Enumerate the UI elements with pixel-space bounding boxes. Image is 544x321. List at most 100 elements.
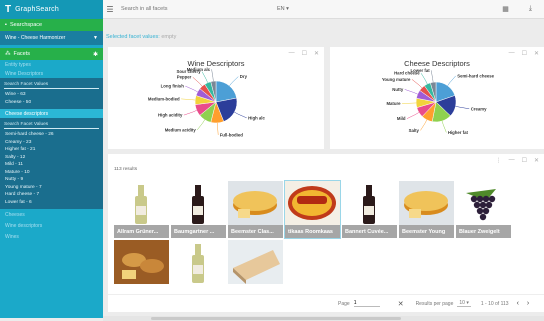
- pie-label-line: [455, 106, 470, 110]
- result-card[interactable]: Beemster Clas...: [228, 181, 283, 238]
- top-bar: ☰ EN ▾ ▦ ⤓: [103, 0, 544, 19]
- result-card-label: Blauer Zweigelt: [456, 225, 511, 238]
- facet-value[interactable]: Mature - 10: [5, 169, 98, 177]
- results-grid: Allram Grüner... Baumgartner ... Beemster …: [114, 181, 511, 297]
- pie-slice-label: Higher fat: [448, 130, 469, 135]
- searchspace-value: Wine - Cheese Harmonizer: [5, 35, 66, 41]
- pie-slice-label: High acidity: [158, 113, 183, 118]
- pie-label-line: [402, 102, 417, 104]
- facet-value[interactable]: Semi-hard cheese - 26: [5, 131, 98, 139]
- pie-slice-label: Full-bodied: [220, 132, 244, 137]
- pie-slice-label: Mild: [397, 116, 406, 121]
- pie-slice-label: Creamy: [471, 106, 487, 111]
- result-card[interactable]: [171, 240, 226, 297]
- result-card[interactable]: Blauer Zweigelt: [456, 181, 511, 238]
- page-label: Page: [338, 300, 350, 307]
- logo-icon: Τ: [5, 3, 12, 15]
- facet-search-placeholder: Search Facet Values: [4, 121, 49, 127]
- results-per-page-label: Results per page: [415, 300, 454, 307]
- next-page-button[interactable]: ›: [527, 300, 529, 307]
- more-icon[interactable]: ⋮: [496, 157, 502, 164]
- pie-label-line: [211, 69, 214, 82]
- pie-label-line: [411, 79, 423, 89]
- facet-entity-types[interactable]: Entity types: [0, 60, 103, 69]
- close-icon[interactable]: ✕: [534, 157, 539, 164]
- facet-wines[interactable]: Wines: [0, 231, 103, 242]
- pie-label-line: [183, 110, 197, 116]
- result-card[interactable]: Baumgartner ...: [171, 181, 226, 238]
- facet-value[interactable]: Mild - 11: [5, 161, 98, 169]
- facet-search-input[interactable]: Search Facet Values: [4, 120, 99, 129]
- pie-slice-label: Pepper: [177, 75, 192, 80]
- facet-value-list: Wine - 63 Cheese - 50: [0, 90, 103, 109]
- facet-value[interactable]: Higher fat - 21: [5, 146, 98, 154]
- download-icon[interactable]: ⤓: [529, 5, 532, 13]
- facet-value[interactable]: Hard cheese - 7: [5, 191, 98, 199]
- bread-cheese-image: [114, 240, 169, 284]
- language-select[interactable]: EN ▾: [277, 6, 289, 12]
- result-card-label: tikaas Roomkaas: [285, 225, 340, 238]
- searchspace-header: ▪ Searchspace: [0, 19, 103, 31]
- result-card[interactable]: Beemster Young: [399, 181, 454, 238]
- prev-page-button[interactable]: ‹: [517, 300, 519, 307]
- facet-wine-descriptors-2[interactable]: Wine descriptors: [0, 220, 103, 231]
- facets-header: ⁂ Facets ✱: [0, 48, 103, 60]
- facet-cheeses[interactable]: Cheeses: [0, 209, 103, 220]
- chart-panel-cheese: — ☐ ✕ Cheese Descriptors Semi-hard chees…: [330, 47, 544, 149]
- result-card[interactable]: tikaas Roomkaas: [285, 181, 340, 238]
- maximize-icon[interactable]: ☐: [522, 157, 527, 164]
- facet-area: Entity types Wine Descriptors Search Fac…: [0, 60, 103, 209]
- page-input[interactable]: [353, 300, 380, 307]
- pie-label-line: [404, 89, 418, 95]
- pie-chart-cheese: Semi-hard cheese Creamy Higher fat Salty Mil…: [382, 68, 495, 135]
- searchspace-select[interactable]: Wine - Cheese Harmonizer ▼: [0, 31, 103, 45]
- facet-search-input[interactable]: Search Facet Values: [4, 80, 99, 89]
- facet-title-label: Cheese descriptors: [5, 110, 49, 117]
- sidebar: Τ GraphSearch ▪ Searchspace Wine - Chees…: [0, 0, 103, 318]
- facet-value[interactable]: Salty - 12: [5, 154, 98, 162]
- pagination: Page ✕ Results per page 10 ▾ 1 - 10 of 1…: [108, 294, 544, 312]
- result-card-label: Allram Grüner...: [114, 225, 169, 238]
- searchspace-label: Searchspace: [9, 22, 43, 28]
- pie-slice-label: Semi-hard cheese: [457, 73, 494, 78]
- cheese-slice-image: [228, 240, 283, 284]
- result-card[interactable]: Bannert Cuvée...: [342, 181, 397, 238]
- app-name: GraphSearch: [15, 6, 59, 13]
- facet-cheese-descriptors[interactable]: Cheese descriptors: [0, 109, 103, 118]
- pie-label-line: [192, 77, 203, 87]
- pie-slice-label: Lower fat: [411, 68, 431, 73]
- grid-view-icon[interactable]: ▦: [502, 5, 509, 13]
- facet-value[interactable]: Cheese - 50: [5, 99, 98, 107]
- search-input[interactable]: [121, 6, 261, 12]
- result-card[interactable]: Allram Grüner...: [114, 181, 169, 238]
- facet-value[interactable]: Creamy - 23: [5, 139, 98, 147]
- chevron-down-icon: ▼: [93, 35, 98, 41]
- facet-title-label: Wine Descriptors: [5, 70, 44, 77]
- pie-label-line: [441, 120, 447, 133]
- result-card[interactable]: [228, 240, 283, 297]
- facet-value-list: Semi-hard cheese - 26 Creamy - 23 Higher…: [0, 130, 103, 209]
- facet-value[interactable]: Lower fat - 6: [5, 199, 98, 207]
- gear-icon[interactable]: ✱: [93, 51, 98, 58]
- facet-value[interactable]: Young mature - 7: [5, 184, 98, 192]
- facet-value[interactable]: Wine - 63: [5, 91, 98, 99]
- scrollbar-thumb[interactable]: [151, 317, 401, 320]
- minimize-icon[interactable]: —: [509, 157, 515, 164]
- pie-label-line: [197, 119, 205, 131]
- facet-wine-descriptors[interactable]: Wine Descriptors: [0, 69, 103, 78]
- pie-slice-label: Mature: [386, 101, 401, 106]
- top-icons: ▦ ⤓: [502, 5, 544, 13]
- result-card[interactable]: [114, 240, 169, 297]
- pie-label-line: [420, 73, 428, 85]
- brand[interactable]: Τ GraphSearch: [0, 0, 103, 19]
- clear-icon[interactable]: ✕: [398, 300, 404, 308]
- pie-label-line: [201, 71, 208, 83]
- pie-chart-wine: Dry High alc Full-bodied Medium acidity High…: [148, 67, 266, 138]
- selected-facet-values: Selected facet values: empty: [106, 34, 176, 40]
- selected-facets-label: Selected facet values:: [106, 34, 160, 40]
- selected-facets-value: empty: [161, 34, 177, 40]
- facet-value[interactable]: Nutty - 9: [5, 176, 98, 184]
- results-per-page-select[interactable]: 10 ▾: [457, 300, 471, 307]
- menu-icon[interactable]: ☰: [103, 5, 117, 14]
- horizontal-scrollbar[interactable]: [103, 316, 544, 321]
